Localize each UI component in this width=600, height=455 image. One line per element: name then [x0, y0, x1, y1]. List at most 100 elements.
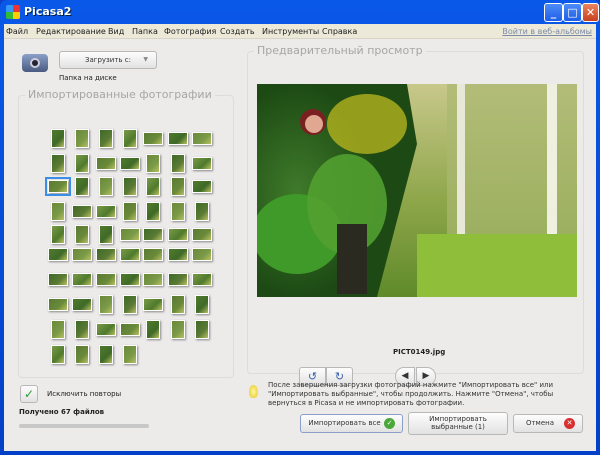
- photo-thumbnail[interactable]: [171, 294, 185, 314]
- photo-thumbnail[interactable]: [120, 247, 140, 261]
- photo-thumbnail[interactable]: [51, 224, 65, 244]
- menu-create[interactable]: Создать: [220, 27, 255, 36]
- photo-thumbnail[interactable]: [195, 319, 209, 339]
- photo-thumbnail[interactable]: [171, 201, 185, 221]
- photo-thumbnail[interactable]: [171, 153, 185, 173]
- photo-thumbnail[interactable]: [192, 131, 212, 145]
- preview-title: Предварительный просмотр: [254, 44, 426, 57]
- cancel-x-icon: ✕: [564, 418, 575, 429]
- photo-thumbnail[interactable]: [51, 319, 65, 339]
- import-selected-button[interactable]: Импортировать выбранные (1): [408, 412, 508, 435]
- photo-thumbnail[interactable]: [171, 176, 185, 196]
- photo-thumbnail[interactable]: [75, 153, 89, 173]
- menu-edit[interactable]: Редактирование: [36, 27, 106, 36]
- photo-thumbnail[interactable]: [75, 176, 89, 196]
- photo-thumbnail[interactable]: [123, 201, 137, 221]
- photo-thumbnail[interactable]: [75, 128, 89, 148]
- photo-thumbnail[interactable]: [45, 176, 71, 196]
- photo-thumbnail[interactable]: [51, 344, 65, 364]
- photo-thumbnail[interactable]: [168, 131, 188, 145]
- exclude-duplicates-label: Исключить повторы: [47, 390, 122, 398]
- menu-view[interactable]: Вид: [108, 27, 124, 36]
- import-all-button[interactable]: Импортировать все ✓: [300, 414, 403, 433]
- photo-thumbnail[interactable]: [120, 322, 140, 336]
- preview-photo: [257, 84, 577, 297]
- photo-thumbnail[interactable]: [99, 128, 113, 148]
- photo-thumbnail[interactable]: [99, 344, 113, 364]
- photo-thumbnail[interactable]: [195, 294, 209, 314]
- photo-thumbnail[interactable]: [192, 156, 212, 170]
- photo-thumbnail[interactable]: [75, 224, 89, 244]
- menu-photo[interactable]: Фотография: [164, 27, 216, 36]
- photo-thumbnail[interactable]: [123, 176, 137, 196]
- photo-thumbnail[interactable]: [171, 319, 185, 339]
- photo-thumbnail[interactable]: [51, 201, 65, 221]
- cancel-button[interactable]: Отмена ✕: [513, 414, 583, 433]
- photo-thumbnail[interactable]: [143, 272, 163, 286]
- photo-thumbnail[interactable]: [120, 156, 140, 170]
- photo-thumbnail[interactable]: [168, 247, 188, 261]
- menu-help[interactable]: Справка: [322, 27, 357, 36]
- source-folder-label: Папка на диске: [59, 74, 117, 82]
- exclude-duplicates-checkbox[interactable]: ✓: [20, 385, 38, 403]
- photo-thumbnail[interactable]: [192, 227, 212, 241]
- photo-thumbnail[interactable]: [96, 322, 116, 336]
- photo-thumbnail[interactable]: [72, 247, 92, 261]
- photo-thumbnail[interactable]: [192, 272, 212, 286]
- progress-fill: [19, 424, 149, 428]
- photo-thumbnail[interactable]: [143, 297, 163, 311]
- next-icon: ▶: [422, 371, 430, 381]
- photo-thumbnail[interactable]: [146, 176, 160, 196]
- picasa-logo-icon: [6, 5, 20, 19]
- photo-thumbnail[interactable]: [72, 272, 92, 286]
- photo-thumbnail[interactable]: [72, 297, 92, 311]
- photo-thumbnail[interactable]: [192, 179, 212, 193]
- photo-thumbnail[interactable]: [120, 272, 140, 286]
- photo-thumbnail[interactable]: [48, 272, 68, 286]
- photo-thumbnail[interactable]: [192, 247, 212, 261]
- photo-thumbnail[interactable]: [143, 131, 163, 145]
- title-bar: Picasa2 _ □ ✕: [0, 0, 600, 24]
- window-title: Picasa2: [24, 5, 72, 18]
- check-icon: ✓: [23, 387, 35, 401]
- photo-thumbnail[interactable]: [99, 294, 113, 314]
- photo-thumbnail[interactable]: [48, 297, 68, 311]
- menu-tools[interactable]: Инструменты: [262, 27, 319, 36]
- photo-thumbnail[interactable]: [146, 319, 160, 339]
- photo-thumbnail[interactable]: [123, 128, 137, 148]
- photo-thumbnail[interactable]: [96, 156, 116, 170]
- photo-thumbnail[interactable]: [120, 227, 140, 241]
- menu-file[interactable]: Файл: [6, 27, 28, 36]
- photo-thumbnail[interactable]: [168, 272, 188, 286]
- minimize-button[interactable]: _: [544, 3, 563, 22]
- web-albums-link[interactable]: Войти в веб-альбомы: [502, 27, 592, 36]
- menu-folder[interactable]: Папка: [132, 27, 158, 36]
- close-button[interactable]: ✕: [582, 3, 599, 22]
- photo-thumbnail[interactable]: [99, 176, 113, 196]
- import-all-label: Импортировать все: [308, 419, 381, 427]
- photo-thumbnail[interactable]: [168, 227, 188, 241]
- photo-thumbnail[interactable]: [75, 344, 89, 364]
- photo-thumbnail[interactable]: [96, 247, 116, 261]
- photo-thumbnail[interactable]: [123, 344, 137, 364]
- photo-thumbnail[interactable]: [146, 201, 160, 221]
- preview-filename: PICT0149.jpg: [393, 348, 446, 356]
- photo-thumbnail[interactable]: [96, 272, 116, 286]
- import-progress-bar: [19, 424, 149, 428]
- photo-thumbnail[interactable]: [123, 294, 137, 314]
- photo-thumbnail[interactable]: [195, 201, 209, 221]
- photo-thumbnail[interactable]: [96, 204, 116, 218]
- maximize-button[interactable]: □: [563, 3, 582, 22]
- photo-thumbnail[interactable]: [51, 153, 65, 173]
- photo-thumbnail[interactable]: [75, 319, 89, 339]
- photo-thumbnail[interactable]: [51, 128, 65, 148]
- photo-thumbnail[interactable]: [143, 227, 163, 241]
- photo-thumbnail[interactable]: [146, 153, 160, 173]
- load-from-label: Загрузить с:: [85, 56, 131, 64]
- photo-thumbnail[interactable]: [48, 247, 68, 261]
- lightbulb-icon: [249, 385, 258, 398]
- load-from-dropdown[interactable]: Загрузить с: ▼: [59, 51, 157, 69]
- photo-thumbnail[interactable]: [143, 247, 163, 261]
- photo-thumbnail[interactable]: [99, 224, 113, 244]
- photo-thumbnail[interactable]: [72, 204, 92, 218]
